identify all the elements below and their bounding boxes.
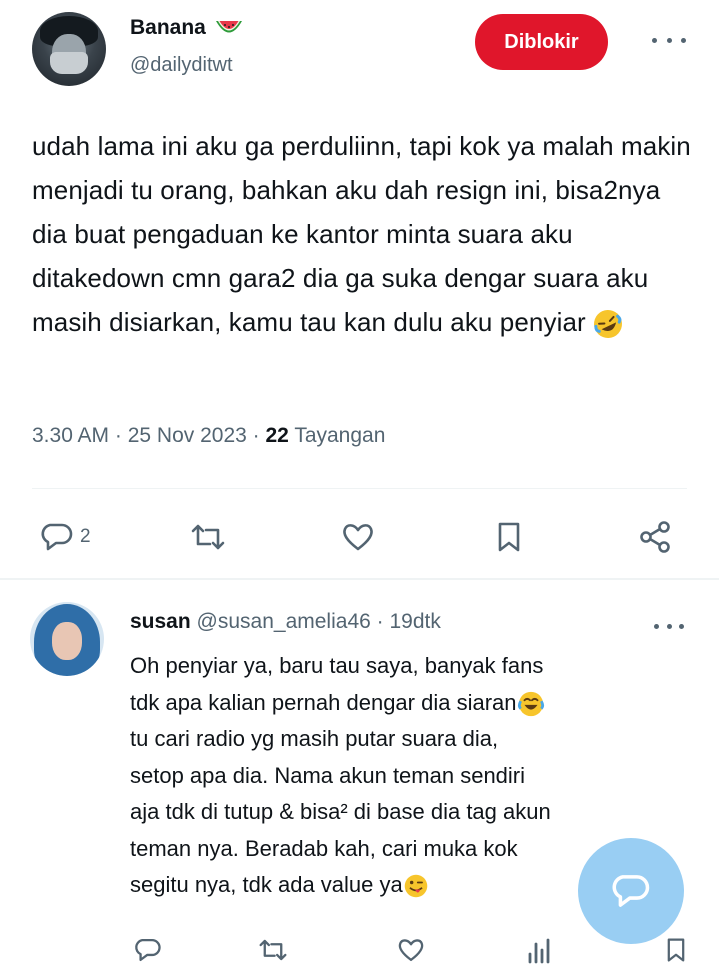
reply-line-text: segitu nya, tdk ada value ya: [130, 872, 403, 897]
reply-author-handle[interactable]: @susan_amelia46: [197, 610, 371, 633]
reply-button[interactable]: 2: [40, 520, 91, 554]
winking-tongue-emoji: [404, 874, 428, 898]
retweet-icon: [191, 524, 225, 550]
compose-bubble-icon: [612, 875, 650, 907]
retweet-icon: [259, 939, 287, 961]
tweet-actions: 2: [0, 510, 719, 566]
blocked-button[interactable]: Diblokir: [475, 14, 608, 70]
reply-line: setop apa dia. Nama akun teman sendiri: [130, 762, 526, 788]
like-button[interactable]: [340, 520, 376, 554]
avatar-mask: [50, 52, 88, 74]
share-button[interactable]: [638, 520, 674, 554]
reply-bookmark-button[interactable]: [664, 936, 688, 969]
author-name-text: Banana: [130, 16, 206, 39]
reply-icon: [135, 938, 161, 962]
main-tweet: Banana @dailyditwt Diblokir udah lama in…: [0, 0, 719, 578]
tweet-text-content: udah lama ini aku ga perduliinn, tapi ko…: [32, 131, 691, 337]
reply-line: Oh penyiar ya, baru tau saya, banyak fan…: [130, 653, 544, 678]
reply-line: tu cari radio yg masih putar suara dia,: [130, 726, 499, 751]
author-name[interactable]: Banana: [130, 16, 244, 40]
views-count: 22: [265, 424, 289, 447]
views-chart-icon: [528, 938, 550, 964]
retweet-button[interactable]: [190, 520, 226, 554]
reply-line-text: tdk apa kalian pernah dengar dia siaran: [130, 689, 517, 715]
reply-views-button[interactable]: [526, 936, 552, 969]
bookmark-button[interactable]: [494, 520, 524, 554]
tweet-date[interactable]: 25 Nov 2023: [128, 424, 247, 447]
reply-retweet-button[interactable]: [258, 936, 288, 969]
avatar-face: [52, 622, 82, 660]
reply-line: tdk apa kalian pernah dengar dia siaran: [130, 685, 690, 722]
tears-of-joy-emoji: [517, 691, 544, 716]
reply-author-name[interactable]: susan: [130, 610, 191, 633]
divider: [32, 488, 687, 489]
share-icon: [640, 521, 670, 553]
reply-time[interactable]: 19dtk: [389, 610, 440, 633]
bookmark-icon: [498, 522, 520, 552]
reply-line: aja tdk di tutup & bisa² di base dia tag…: [130, 799, 551, 824]
reply-more-options-icon[interactable]: [654, 620, 684, 632]
heart-icon: [398, 939, 424, 962]
more-options-icon[interactable]: [652, 30, 686, 50]
tweet-time[interactable]: 3.30 AM: [32, 424, 109, 447]
reply-count: 2: [80, 526, 91, 547]
reply-header: susan @susan_amelia46 · 19dtk: [130, 610, 441, 633]
heart-icon: [343, 524, 373, 551]
watermelon-icon: [215, 21, 242, 33]
tweet-meta: 3.30 AM · 25 Nov 2023 · 22 Tayangan: [32, 424, 386, 447]
author-handle[interactable]: @dailyditwt: [130, 54, 233, 77]
reply-avatar[interactable]: [30, 602, 104, 676]
reply-like-button[interactable]: [396, 936, 426, 969]
reply-icon: [41, 523, 73, 551]
reply-reply-button[interactable]: [134, 936, 162, 969]
tweet-text: udah lama ini aku ga perduliinn, tapi ko…: [32, 124, 702, 344]
rolling-laughing-emoji: [594, 310, 623, 339]
avatar[interactable]: [32, 12, 106, 86]
bookmark-icon: [667, 938, 685, 962]
views-label: Tayangan: [294, 424, 386, 447]
compose-reply-button[interactable]: [578, 838, 684, 944]
